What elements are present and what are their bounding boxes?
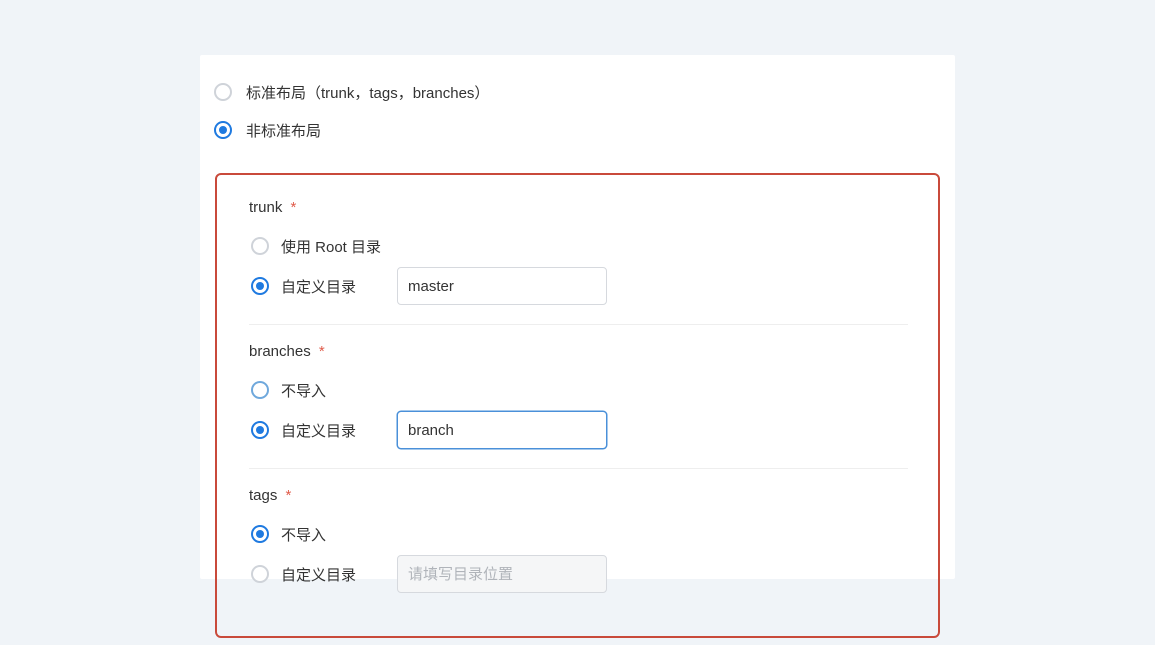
radio-branches-custom[interactable] [251, 421, 269, 439]
radio-trunk-custom[interactable] [251, 277, 269, 295]
branches-title-text: branches [249, 343, 311, 360]
radio-branches-skip[interactable] [251, 381, 269, 399]
tags-section: tags * 不导入 自定义目录 [249, 468, 908, 612]
layout-standard-row[interactable]: 标准布局（trunk，tags，branches） [214, 73, 955, 111]
branches-custom-row[interactable]: 自定义目录 [249, 410, 908, 450]
tags-title: tags * [249, 487, 908, 504]
radio-tags-skip[interactable] [251, 525, 269, 543]
tags-custom-input[interactable] [397, 555, 607, 593]
tags-custom-row[interactable]: 自定义目录 [249, 554, 908, 594]
radio-tags-custom[interactable] [251, 565, 269, 583]
required-asterisk: * [286, 487, 292, 504]
trunk-title: trunk * [249, 199, 908, 216]
layout-nonstandard-label: 非标准布局 [246, 120, 321, 141]
branches-section: branches * 不导入 自定义目录 [249, 324, 908, 468]
branches-custom-label: 自定义目录 [281, 420, 371, 441]
tags-custom-label: 自定义目录 [281, 564, 371, 585]
trunk-section: trunk * 使用 Root 目录 自定义目录 [249, 199, 908, 324]
trunk-custom-input[interactable] [397, 267, 607, 305]
branches-skip-row[interactable]: 不导入 [249, 370, 908, 410]
trunk-use-root-row[interactable]: 使用 Root 目录 [249, 226, 908, 266]
tags-title-text: tags [249, 487, 277, 504]
layout-options-group: 标准布局（trunk，tags，branches） 非标准布局 [200, 73, 955, 149]
trunk-use-root-label: 使用 Root 目录 [281, 236, 381, 257]
layout-standard-label: 标准布局（trunk，tags，branches） [246, 82, 489, 103]
config-detail-box: trunk * 使用 Root 目录 自定义目录 branches * 不导入 [215, 173, 940, 638]
required-asterisk: * [291, 199, 297, 216]
radio-nonstandard-layout[interactable] [214, 121, 232, 139]
config-panel: 标准布局（trunk，tags，branches） 非标准布局 trunk * … [200, 55, 955, 579]
branches-skip-label: 不导入 [281, 380, 371, 401]
branches-custom-input[interactable] [397, 411, 607, 449]
radio-trunk-use-root[interactable] [251, 237, 269, 255]
trunk-title-text: trunk [249, 199, 282, 216]
branches-title: branches * [249, 343, 908, 360]
tags-skip-label: 不导入 [281, 524, 371, 545]
trunk-custom-row[interactable]: 自定义目录 [249, 266, 908, 306]
trunk-custom-label: 自定义目录 [281, 276, 371, 297]
required-asterisk: * [319, 343, 325, 360]
tags-skip-row[interactable]: 不导入 [249, 514, 908, 554]
layout-nonstandard-row[interactable]: 非标准布局 [214, 111, 955, 149]
radio-standard-layout[interactable] [214, 83, 232, 101]
